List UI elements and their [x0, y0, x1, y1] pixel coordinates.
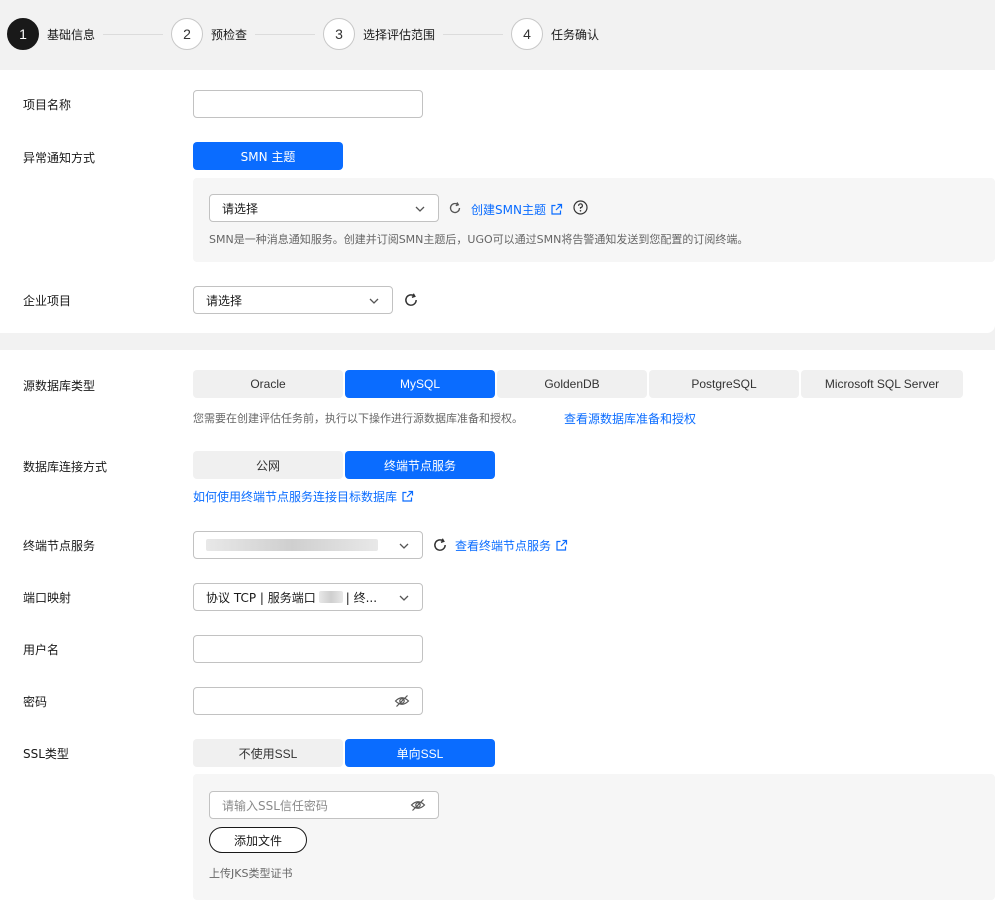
- db-type-mysql[interactable]: MySQL: [345, 370, 495, 398]
- step-2-label: 预检查: [211, 27, 248, 42]
- db-type-goldendb[interactable]: GoldenDB: [497, 370, 647, 398]
- ssl-type-oneway[interactable]: 单向SSL: [345, 739, 495, 767]
- password-input[interactable]: [193, 687, 423, 715]
- ssl-password-input[interactable]: 请输入SSL信任密码: [209, 791, 439, 819]
- conn-type-public[interactable]: 公网: [193, 451, 343, 479]
- external-link-icon: [402, 490, 414, 502]
- step-1: 1 基础信息: [7, 18, 95, 50]
- eye-off-icon[interactable]: [394, 694, 410, 708]
- smn-hint-text: SMN是一种消息通知服务。创建并订阅SMN主题后，UGO可以通过SMN将告警通知…: [209, 233, 749, 246]
- port-mapping-masked: [318, 591, 343, 603]
- db-type-postgresql[interactable]: PostgreSQL: [649, 370, 799, 398]
- ssl-type-label: SSL类型: [23, 747, 69, 761]
- step-connector: [103, 34, 163, 35]
- port-mapping-suffix: | 终...: [345, 590, 378, 605]
- create-smn-link-label: 创建SMN主题: [471, 203, 546, 217]
- chevron-down-icon: [399, 543, 409, 549]
- external-link-icon: [551, 203, 563, 215]
- external-link-icon: [556, 539, 568, 551]
- enterprise-project-select-value: 请选择: [206, 293, 243, 308]
- step-4-label: 任务确认: [551, 27, 600, 42]
- ssl-password-placeholder: 请输入SSL信任密码: [222, 798, 328, 813]
- db-type-oracle[interactable]: Oracle: [193, 370, 343, 398]
- enterprise-project-label: 企业项目: [23, 294, 72, 308]
- refresh-icon[interactable]: [403, 292, 419, 308]
- step-4: 4 任务确认: [511, 18, 599, 50]
- port-mapping-select[interactable]: 协议 TCP | 服务端口 | 终...: [193, 583, 423, 611]
- view-endpoint-link-label: 查看终端节点服务: [455, 539, 552, 553]
- password-label: 密码: [23, 695, 48, 709]
- db-connection-label: 数据库连接方式: [23, 460, 108, 474]
- eye-off-icon[interactable]: [410, 798, 426, 812]
- port-mapping-label: 端口映射: [23, 591, 72, 605]
- ssl-type-segmented: 不使用SSL 单向SSL: [193, 739, 495, 767]
- enterprise-project-select[interactable]: 请选择: [193, 286, 393, 314]
- add-file-button[interactable]: 添加文件: [209, 827, 307, 853]
- step-3: 3 选择评估范围: [323, 18, 435, 50]
- db-prep-link-label: 查看源数据库准备和授权: [564, 412, 697, 426]
- step-2: 2 预检查: [171, 18, 247, 50]
- step-3-label: 选择评估范围: [363, 27, 436, 42]
- db-type-sqlserver[interactable]: Microsoft SQL Server: [801, 370, 963, 398]
- smn-topic-select[interactable]: 请选择: [209, 194, 439, 222]
- basic-info-card: 项目名称 异常通知方式 SMN 主题 请选择 创建SMN主题 SMN是一种消息通…: [0, 70, 995, 333]
- chevron-down-icon: [369, 298, 379, 304]
- project-name-input[interactable]: [193, 90, 423, 118]
- source-db-type-segmented: Oracle MySQL GoldenDB PostgreSQL Microso…: [193, 370, 963, 398]
- port-mapping-prefix: 协议 TCP | 服务端口: [206, 590, 316, 605]
- ssl-config-panel: 请输入SSL信任密码 添加文件 上传JKS类型证书: [193, 774, 995, 900]
- step-4-number: 4: [511, 18, 543, 50]
- project-name-label: 项目名称: [23, 98, 72, 112]
- database-config-card: 源数据库类型 Oracle MySQL GoldenDB PostgreSQL …: [0, 350, 995, 920]
- step-2-number: 2: [171, 18, 203, 50]
- smn-topic-button[interactable]: SMN 主题: [193, 142, 343, 170]
- chevron-down-icon: [399, 595, 409, 601]
- step-bar: 1 基础信息 2 预检查 3 选择评估范围 4 任务确认: [0, 0, 995, 70]
- refresh-icon[interactable]: [448, 201, 462, 215]
- conn-type-endpoint[interactable]: 终端节点服务: [345, 451, 495, 479]
- db-connection-segmented: 公网 终端节点服务: [193, 451, 495, 479]
- endpoint-howto-link[interactable]: 如何使用终端节点服务连接目标数据库: [193, 488, 414, 505]
- view-endpoint-link[interactable]: 查看终端节点服务: [455, 537, 568, 554]
- notify-method-label: 异常通知方式: [23, 151, 96, 165]
- ssl-type-none[interactable]: 不使用SSL: [193, 739, 343, 767]
- endpoint-service-label: 终端节点服务: [23, 539, 96, 553]
- endpoint-service-select[interactable]: [193, 531, 423, 559]
- username-label: 用户名: [23, 643, 60, 657]
- step-1-label: 基础信息: [47, 27, 96, 42]
- source-db-type-label: 源数据库类型: [23, 379, 96, 393]
- smn-config-panel: 请选择 创建SMN主题 SMN是一种消息通知服务。创建并订阅SMN主题后，UGO…: [193, 178, 995, 262]
- upload-hint: 上传JKS类型证书: [209, 867, 293, 880]
- question-circle-icon[interactable]: [573, 200, 588, 215]
- db-prep-hint: 您需要在创建评估任务前，执行以下操作进行源数据库准备和授权。: [193, 412, 523, 425]
- smn-topic-select-value: 请选择: [222, 201, 259, 216]
- create-smn-link[interactable]: 创建SMN主题: [471, 201, 563, 218]
- refresh-icon[interactable]: [432, 537, 448, 553]
- step-3-number: 3: [323, 18, 355, 50]
- db-prep-link[interactable]: 查看源数据库准备和授权: [564, 410, 696, 427]
- step-connector: [255, 34, 315, 35]
- username-input[interactable]: [193, 635, 423, 663]
- step-connector: [443, 34, 503, 35]
- chevron-down-icon: [415, 206, 425, 212]
- endpoint-service-value: [206, 539, 378, 551]
- step-1-number: 1: [7, 18, 39, 50]
- endpoint-howto-link-label: 如何使用终端节点服务连接目标数据库: [193, 490, 398, 504]
